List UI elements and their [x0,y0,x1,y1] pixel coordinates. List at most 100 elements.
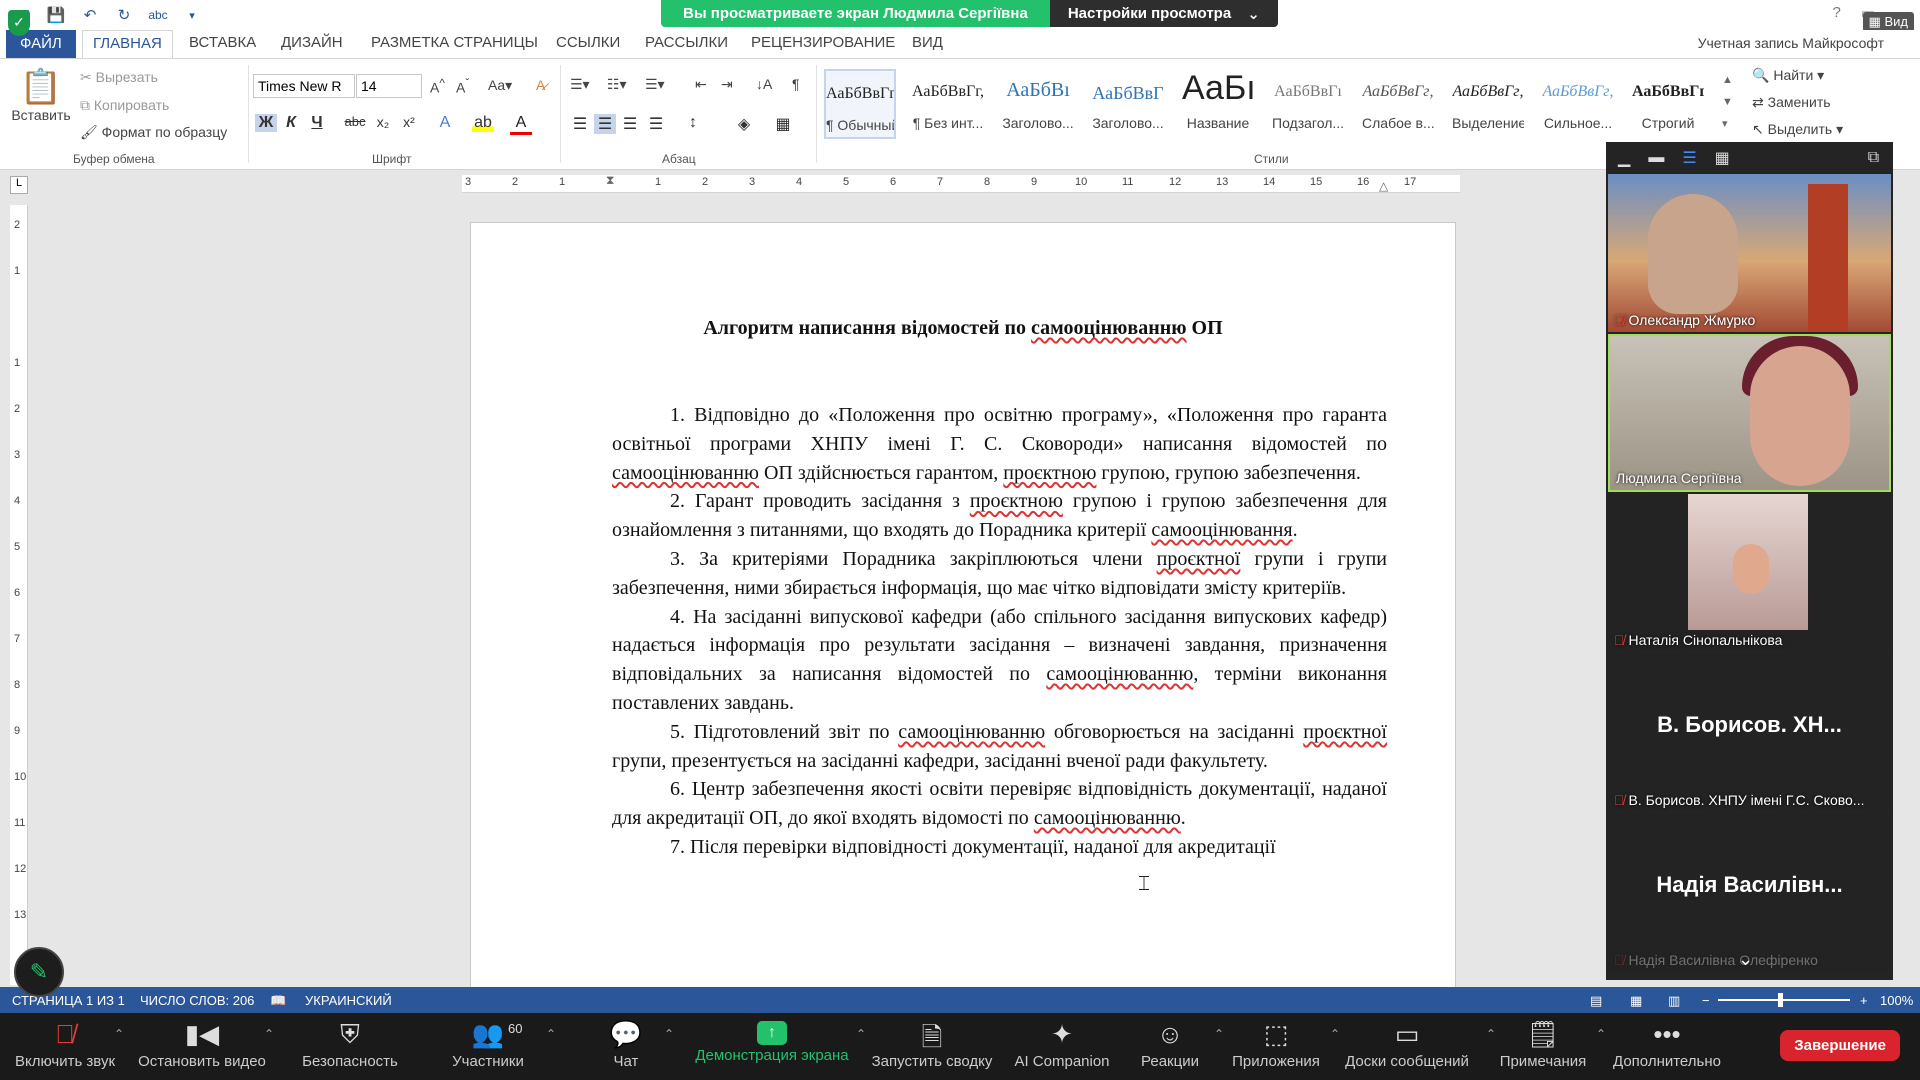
select-button[interactable]: ↖ Выделить ▾ [1752,121,1843,138]
participant-tile-active-speaker[interactable]: Людмила Сергіївна [1608,334,1891,492]
gallery-view-icon[interactable]: ▦ [1715,148,1730,168]
style-heading-2[interactable]: АаБбВвГ Заголово... [1092,69,1164,139]
clear-format-icon[interactable]: A̷ [536,77,545,93]
zoom-slider[interactable] [1718,999,1850,1001]
participants-button[interactable]: 👥 60 Участники ⌃ [448,1013,556,1080]
redo-icon[interactable]: ↻ [114,6,134,24]
zoom-view-button[interactable]: ▦ Вид [1862,12,1914,32]
participant-tile[interactable]: 🎙̸ Наталія Сінопальнікова [1608,494,1891,652]
find-button[interactable]: 🔍 Найти ▾ [1752,67,1824,84]
notes-button[interactable]: 🗒 Примечания ⌃ [1498,1013,1606,1080]
caret-up-icon[interactable]: ⌃ [1214,1027,1224,1041]
tab-design[interactable]: ДИЗАЙН [281,34,343,51]
proofing-icon[interactable]: 📖 [270,993,286,1009]
copy-button[interactable]: ⧉ Копировать [80,97,169,114]
cut-button[interactable]: ✂ Вырезать [80,69,158,86]
language-indicator[interactable]: УКРАИНСКИЙ [305,993,392,1008]
tab-mailings[interactable]: РАССЫЛКИ [645,34,728,51]
style-title[interactable]: АаБı Название [1182,69,1254,139]
undo-icon[interactable]: ↶ [80,6,100,24]
shrink-font-icon[interactable]: Aˇ [456,77,469,96]
caret-up-icon[interactable]: ⌃ [1486,1027,1496,1041]
multilevel-list-icon[interactable]: ☰▾ [645,76,665,93]
caret-up-icon[interactable]: ⌃ [114,1027,124,1041]
scroll-down-icon[interactable]: ⌄ [1738,949,1753,970]
caret-up-icon[interactable]: ⌃ [1596,1027,1606,1041]
participant-tile[interactable]: 🎙̸ Олександр Жмурко [1608,174,1891,332]
document-page[interactable]: Алгоритм написання відомостей по самооці… [470,222,1456,1002]
style-emphasis[interactable]: АаБбВвГг, Выделение [1452,69,1524,139]
change-case-icon[interactable]: Aa▾ [488,77,512,94]
tab-references[interactable]: ССЫЛКИ [556,34,620,51]
font-color-icon[interactable]: A [510,114,532,135]
web-layout-icon[interactable]: ▥ [1668,993,1680,1009]
align-center-icon[interactable]: ☰ [594,114,616,134]
chat-button[interactable]: 💬 Чат ⌃ [606,1013,674,1080]
zoom-level[interactable]: 100% [1880,993,1913,1008]
customize-qat-icon[interactable]: ▾ [182,9,202,22]
right-indent-marker-icon[interactable]: △ [1379,179,1388,193]
unmute-button[interactable]: 🎙̸ Включить звук ⌃ [10,1013,124,1080]
underline-icon[interactable]: Ч [306,114,328,132]
horizontal-ruler[interactable]: 3 2 1 1 2 3 4 5 6 7 8 9 10 11 12 13 14 1… [462,173,1460,193]
speaker-view-icon[interactable]: ☰ [1682,148,1696,168]
style-intense-emphasis[interactable]: АаБбВвГг, Сильное... [1542,69,1614,139]
word-count[interactable]: ЧИСЛО СЛОВ: 206 [140,993,254,1008]
show-marks-icon[interactable]: ¶ [792,76,800,92]
justify-icon[interactable]: ☰ [645,114,667,134]
tab-insert[interactable]: ВСТАВКА [189,34,256,51]
font-size-select[interactable]: 14 [356,74,422,98]
strikethrough-icon[interactable]: abc [344,114,366,129]
apps-button[interactable]: ⬚ Приложения ⌃ [1228,1013,1340,1080]
numbering-icon[interactable]: ☷▾ [607,76,627,93]
vertical-ruler[interactable]: 2 1 1 2 3 4 5 6 7 8 9 10 11 12 13 [10,205,28,985]
increase-indent-icon[interactable]: ⇥ [721,76,733,93]
pop-out-icon[interactable]: ⧉ [1868,149,1879,167]
format-painter-button[interactable]: 🖌 Формат по образцу [80,124,227,141]
shading-icon[interactable]: ◈ [733,114,755,134]
whiteboards-button[interactable]: ▭ Доски сообщений ⌃ [1342,1013,1496,1080]
reactions-button[interactable]: ☺ Реакции ⌃ [1140,1013,1224,1080]
read-mode-icon[interactable]: ▤ [1590,993,1602,1009]
end-meeting-button[interactable]: Завершение [1780,1030,1900,1061]
grow-font-icon[interactable]: A^ [430,77,445,96]
participant-tile[interactable]: В. Борисов. ХН... 🎙̸ В. Борисов. ХНПУ іме… [1608,654,1891,812]
strip-view-icon[interactable]: ▬ [1648,149,1664,167]
superscript-icon[interactable]: x² [398,114,420,130]
share-screen-button[interactable]: ↑ Демонстрация экрана ⌃ [692,1013,866,1080]
minimize-icon[interactable]: ▁ [1618,148,1630,168]
styles-scroll[interactable]: ▲ ▼ ▾ [1722,69,1733,135]
security-button[interactable]: ⛨ Безопасность [300,1013,400,1080]
spelling-icon[interactable]: abc [148,8,168,22]
zoom-in-icon[interactable]: + [1860,993,1868,1008]
style-normal[interactable]: АаБбВвГг, ¶ Обычный [824,69,896,139]
zoom-out-icon[interactable]: − [1702,993,1710,1008]
caret-up-icon[interactable]: ⌃ [264,1027,274,1041]
help-icon[interactable]: ? [1832,4,1840,22]
view-settings-button[interactable]: Настройки просмотра ⌄ [1049,0,1278,27]
caret-up-icon[interactable]: ⌃ [1330,1027,1340,1041]
decrease-indent-icon[interactable]: ⇤ [695,76,707,93]
borders-icon[interactable]: ▦ [772,114,794,134]
indent-marker-icon[interactable]: ⧗ [606,173,614,188]
zoom-slider-thumb[interactable] [1778,993,1783,1007]
tab-layout[interactable]: РАЗМЕТКА СТРАНИЦЫ [371,34,538,51]
more-button[interactable]: ••• Дополнительно [1612,1013,1722,1080]
tab-home[interactable]: ГЛАВНАЯ [82,30,173,59]
align-right-icon[interactable]: ☰ [619,114,641,134]
subscript-icon[interactable]: x₂ [372,114,394,130]
caret-up-icon[interactable]: ⌃ [664,1027,674,1041]
bold-icon[interactable]: Ж [255,114,277,132]
ai-companion-button[interactable]: ✦ AI Companion [1012,1013,1112,1080]
participant-tile[interactable]: Надія Василівн... 🎙̸ Надія Василівна Олеф… [1608,814,1891,972]
text-effects-icon[interactable]: A [434,114,456,132]
sort-icon[interactable]: ↓A [756,76,772,92]
align-left-icon[interactable]: ☰ [569,114,591,134]
account-menu[interactable]: Учетная запись Майкрософт [1698,35,1884,51]
save-icon[interactable]: 💾 [46,6,66,24]
print-layout-icon[interactable]: ▦ [1630,993,1642,1009]
style-subtitle[interactable]: АаБбВвГı Подзагол... [1272,69,1344,139]
font-name-select[interactable]: Times New R [253,74,355,98]
replace-button[interactable]: ⇄ Заменить [1752,94,1831,111]
caret-up-icon[interactable]: ⌃ [856,1027,866,1041]
